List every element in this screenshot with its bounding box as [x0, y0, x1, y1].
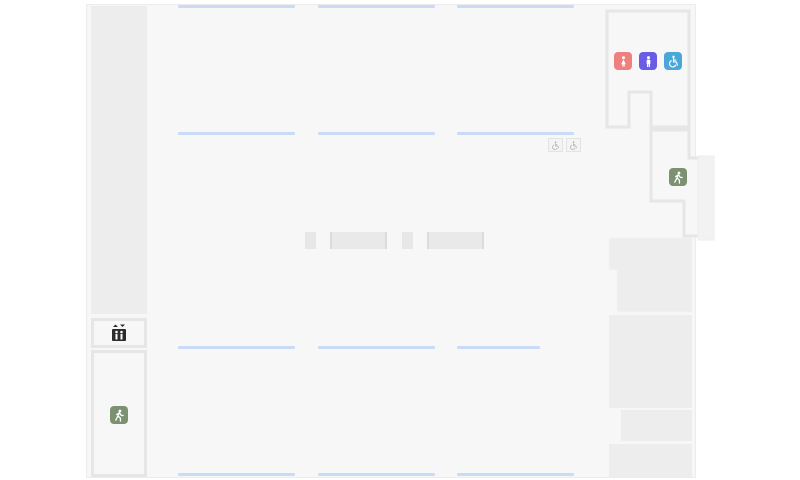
restroom-area	[605, 9, 715, 241]
aisle-line	[457, 132, 574, 135]
elevator-icon	[110, 324, 128, 342]
right-store-block[interactable]	[609, 444, 692, 477]
wheelchair-parking-icon	[566, 138, 581, 152]
women-restroom-icon[interactable]	[614, 52, 632, 70]
aisle-line	[318, 5, 435, 8]
aisle-line	[318, 346, 435, 349]
accessible-restroom-icon[interactable]	[664, 52, 682, 70]
emergency-exit-icon[interactable]	[669, 168, 687, 186]
aisle-line	[178, 5, 295, 8]
center-fixture	[402, 232, 413, 249]
center-fixture	[330, 232, 387, 249]
right-store-block[interactable]	[609, 315, 692, 408]
right-store-block[interactable]	[621, 410, 692, 441]
aisle-line	[178, 132, 295, 135]
emergency-exit-icon[interactable]	[110, 406, 128, 424]
center-fixture	[305, 232, 316, 249]
center-fixture	[427, 232, 484, 249]
aisle-line	[457, 346, 540, 349]
wheelchair-parking-icon	[548, 138, 563, 152]
aisle-line	[457, 473, 574, 476]
aisle-line	[178, 346, 295, 349]
aisle-line	[178, 473, 295, 476]
aisle-line	[318, 132, 435, 135]
aisle-line	[457, 5, 574, 8]
right-store-block[interactable]	[606, 236, 696, 316]
exit-stairwell-left[interactable]	[91, 350, 147, 477]
elevator-room[interactable]	[91, 318, 147, 348]
men-restroom-icon[interactable]	[639, 52, 657, 70]
aisle-line	[318, 473, 435, 476]
left-store-block[interactable]	[91, 6, 147, 314]
